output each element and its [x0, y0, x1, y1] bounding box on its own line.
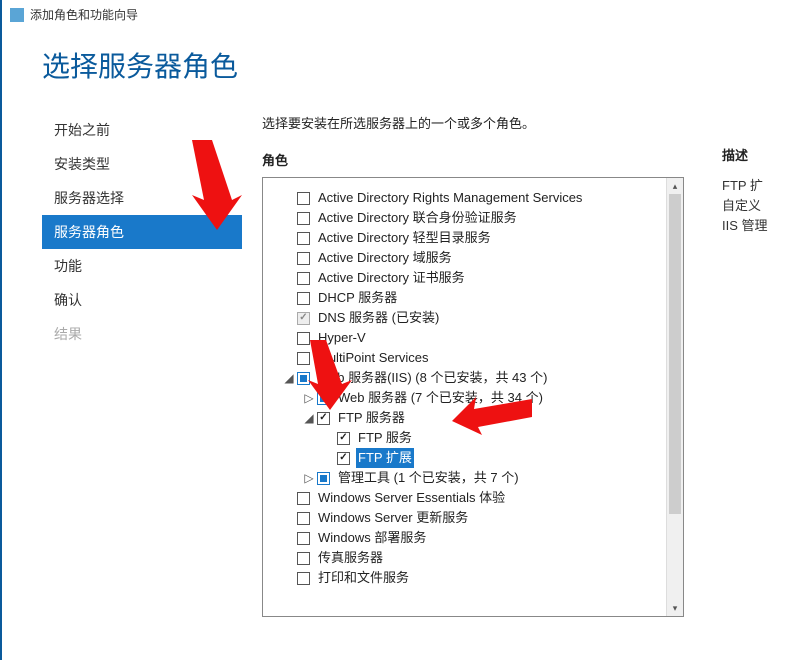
instruction-text: 选择要安装在所选服务器上的一个或多个角色。	[262, 113, 787, 132]
tree-item-print[interactable]: 打印和文件服务	[316, 568, 411, 588]
wizard-icon	[10, 8, 24, 22]
checkbox-hyperv[interactable]	[297, 332, 310, 345]
description-text: FTP 扩 自定义 IIS 管理	[722, 176, 787, 236]
step-server-selection[interactable]: 服务器选择	[42, 181, 242, 215]
wizard-body: 开始之前 安装类型 服务器选择 服务器角色 功能 确认 结果 选择要安装在所选服…	[2, 113, 787, 617]
roles-tree: Active Directory Rights Management Servi…	[262, 177, 684, 617]
checkbox-print[interactable]	[297, 572, 310, 585]
checkbox-wsus[interactable]	[297, 512, 310, 525]
tree-item-wsus[interactable]: Windows Server 更新服务	[316, 508, 470, 528]
tree-item-iis[interactable]: Web 服务器(IIS) (8 个已安装，共 43 个)	[316, 368, 549, 388]
checkbox-adfs[interactable]	[297, 212, 310, 225]
tree-item-hyperv[interactable]: Hyper-V	[316, 328, 368, 348]
checkbox-ftpext[interactable]	[337, 452, 350, 465]
expander-mgmt[interactable]: ▷	[303, 468, 315, 488]
expander-webserver[interactable]: ▷	[303, 388, 315, 408]
tree-item-multipoint[interactable]: MultiPoint Services	[316, 348, 431, 368]
step-install-type[interactable]: 安装类型	[42, 147, 242, 181]
checkbox-dns	[297, 312, 310, 325]
checkbox-adrms[interactable]	[297, 192, 310, 205]
tree-item-adrms[interactable]: Active Directory Rights Management Servi…	[316, 188, 584, 208]
tree-item-webserver[interactable]: Web 服务器 (7 个已安装，共 34 个)	[336, 388, 545, 408]
tree-item-fax[interactable]: 传真服务器	[316, 548, 385, 568]
checkbox-iis[interactable]	[297, 372, 310, 385]
checkbox-dhcp[interactable]	[297, 292, 310, 305]
description-pane: 描述 FTP 扩 自定义 IIS 管理	[722, 145, 787, 236]
tree-item-adcs[interactable]: Active Directory 证书服务	[316, 268, 467, 288]
page-title: 选择服务器角色	[2, 27, 787, 113]
checkbox-multipoint[interactable]	[297, 352, 310, 365]
tree-item-adds[interactable]: Active Directory 域服务	[316, 248, 454, 268]
main-pane: 选择要安装在所选服务器上的一个或多个角色。 角色 Active Director…	[242, 113, 787, 617]
checkbox-adlds[interactable]	[297, 232, 310, 245]
tree-item-dhcp[interactable]: DHCP 服务器	[316, 288, 399, 308]
titlebar: 添加角色和功能向导	[2, 0, 787, 27]
tree-item-adlds[interactable]: Active Directory 轻型目录服务	[316, 228, 493, 248]
step-features[interactable]: 功能	[42, 249, 242, 283]
description-label: 描述	[722, 145, 787, 164]
tree-item-mgmt[interactable]: 管理工具 (1 个已安装，共 7 个)	[336, 468, 521, 488]
expander-ftpserver[interactable]: ◢	[303, 408, 315, 428]
step-before[interactable]: 开始之前	[42, 113, 242, 147]
checkbox-wds[interactable]	[297, 532, 310, 545]
checkbox-adcs[interactable]	[297, 272, 310, 285]
checkbox-ftpserver[interactable]	[317, 412, 330, 425]
tree-item-wse[interactable]: Windows Server Essentials 体验	[316, 488, 507, 508]
tree-item-ftpservice[interactable]: FTP 服务	[356, 428, 414, 448]
scroll-down-button[interactable]: ▾	[667, 600, 683, 616]
scroll-up-button[interactable]: ▴	[667, 178, 683, 194]
checkbox-wse[interactable]	[297, 492, 310, 505]
tree-item-ftpext[interactable]: FTP 扩展	[356, 448, 414, 468]
tree-item-wds[interactable]: Windows 部署服务	[316, 528, 428, 548]
checkbox-webserver[interactable]	[317, 392, 330, 405]
checkbox-ftpservice[interactable]	[337, 432, 350, 445]
step-confirm[interactable]: 确认	[42, 283, 242, 317]
checkbox-mgmt[interactable]	[317, 472, 330, 485]
roles-label: 角色	[262, 150, 787, 169]
checkbox-fax[interactable]	[297, 552, 310, 565]
checkbox-adds[interactable]	[297, 252, 310, 265]
step-list: 开始之前 安装类型 服务器选择 服务器角色 功能 确认 结果	[42, 113, 242, 617]
scroll-thumb[interactable]	[669, 194, 681, 514]
tree-item-ftpserver[interactable]: FTP 服务器	[336, 408, 407, 428]
tree-scrollbar[interactable]: ▴ ▾	[666, 178, 683, 616]
expander-iis[interactable]: ◢	[283, 368, 295, 388]
wizard-window: 添加角色和功能向导 选择服务器角色 开始之前 安装类型 服务器选择 服务器角色 …	[0, 0, 787, 660]
step-results: 结果	[42, 317, 242, 351]
tree-item-adfs[interactable]: Active Directory 联合身份验证服务	[316, 208, 519, 228]
step-server-roles[interactable]: 服务器角色	[42, 215, 242, 249]
tree-item-dns[interactable]: DNS 服务器 (已安装)	[316, 308, 441, 328]
window-title: 添加角色和功能向导	[30, 6, 138, 23]
